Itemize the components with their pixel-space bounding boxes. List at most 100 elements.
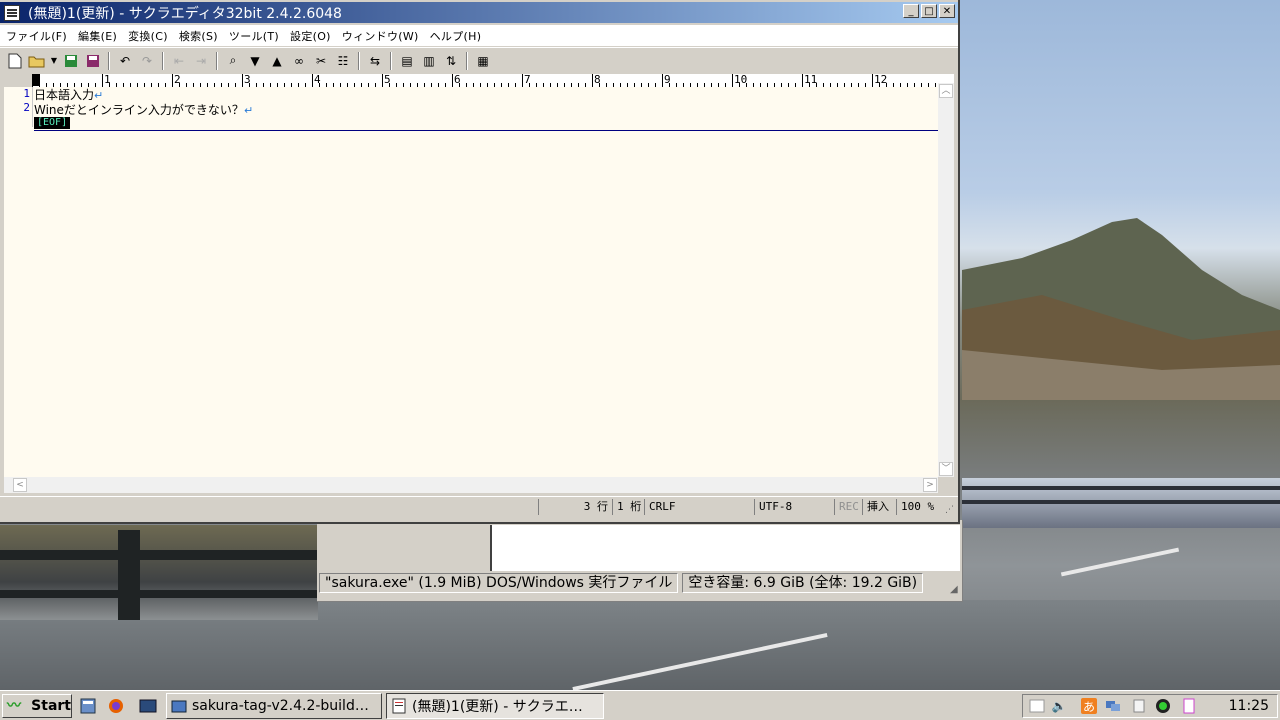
rail-beam (0, 550, 318, 560)
status-circle-icon[interactable] (1155, 698, 1171, 714)
menu-window[interactable]: ウィンドウ(W) (336, 28, 424, 44)
menu-search[interactable]: 検索(S) (173, 28, 223, 44)
title-bar[interactable]: (無題)1(更新) - サクラエディタ32bit 2.4.2.6048 _ □ … (0, 2, 958, 23)
ime-indicator-icon[interactable]: あ (1081, 698, 1097, 714)
sakura-editor-window: (無題)1(更新) - サクラエディタ32bit 2.4.2.6048 _ □ … (0, 0, 960, 524)
status-line: 3 行 (538, 499, 612, 515)
search-next-icon[interactable]: ▼ (246, 52, 264, 70)
maximize-button[interactable]: □ (921, 4, 937, 18)
toolbar-separator (162, 51, 164, 70)
notepad-icon (392, 698, 406, 714)
menu-edit[interactable]: 編集(E) (72, 28, 122, 44)
scroll-down-icon[interactable]: ﹀ (939, 462, 953, 476)
start-button[interactable]: 〰 Start (2, 694, 72, 718)
line-text: Wineだとインライン入力ができない？ (34, 103, 244, 117)
tag-jump-icon[interactable]: ⇆ (366, 52, 384, 70)
menu-settings[interactable]: 設定(O) (284, 28, 336, 44)
resize-grip-icon[interactable]: ⋰ (945, 505, 954, 515)
ruler-mark: 12 (872, 74, 888, 86)
toolbar: ▼ ↶ ↷ ⇤ ⇥ ⌕ ▼ ▲ ∞ ✂ ☷ ⇆ ▤ ▥ ⇅ ▦ (0, 47, 958, 73)
editor-line[interactable]: Wineだとインライン入力ができない？↵ (34, 101, 253, 118)
search-icon[interactable]: ⌕ (224, 52, 242, 70)
status-bar: 3 行 1 桁 CRLF UTF-8 REC 挿入 100 % ⋰ (0, 496, 958, 517)
taskbar-item-file-manager[interactable]: sakura-tag-v2.4.2-build… (166, 693, 382, 719)
open-file-icon[interactable] (28, 52, 46, 70)
ruler-mark: 1 (102, 74, 111, 86)
menu-tools[interactable]: ツール(T) (223, 28, 284, 44)
new-file-icon[interactable] (6, 52, 24, 70)
status-insert-mode[interactable]: 挿入 (862, 499, 896, 515)
disk-info-status: 空き容量: 6.9 GiB (全体: 19.2 GiB) (682, 573, 924, 593)
clipboard-icon[interactable] (1131, 698, 1147, 714)
grep-icon[interactable]: ☷ (334, 52, 352, 70)
taskbar: 〰 Start sakura-tag-v2.4.2-build… (無題)1(更… (0, 690, 1280, 720)
search-clear-icon[interactable]: ∞ (290, 52, 308, 70)
minimize-button[interactable]: _ (903, 4, 919, 18)
scroll-up-icon[interactable]: ︿ (939, 84, 953, 98)
status-column: 1 桁 (612, 499, 644, 515)
file-manager-sidebar[interactable] (317, 525, 489, 571)
wallpaper-railing-left (0, 525, 318, 620)
start-logo-icon: 〰 (7, 698, 21, 714)
menu-convert[interactable]: 変換(C) (122, 28, 173, 44)
clock[interactable]: 11:25 (1229, 698, 1269, 714)
menu-help[interactable]: ヘルプ(H) (424, 28, 487, 44)
status-zoom: 100 % (896, 499, 942, 515)
ruler-mark: 10 (732, 74, 748, 86)
line-number: 1 (23, 87, 30, 100)
eol-mark-icon: ↵ (243, 104, 254, 117)
ruler-mark: 2 (172, 74, 181, 86)
network-icon[interactable] (1105, 698, 1121, 714)
ruler-caret (32, 74, 40, 86)
ruler-mark: 6 (452, 74, 461, 86)
text-editor-area[interactable]: 1 2 日本語入力 ↵ Wineだとインライン入力ができない？↵ [EOF] (4, 87, 938, 477)
volume-icon[interactable]: 🔈 (1051, 698, 1067, 714)
wallpaper-rail-bar (962, 486, 1280, 490)
vertical-scrollbar[interactable]: ︿ ﹀ (938, 83, 954, 477)
scrollbar-corner (938, 477, 954, 493)
line-number: 2 (23, 101, 30, 114)
window-controls: _ □ ✕ (903, 4, 955, 18)
scroll-left-icon[interactable]: < (13, 478, 27, 492)
window-list-icon[interactable] (1029, 698, 1045, 714)
menu-bar: ファイル(F) 編集(E) 変換(C) 検索(S) ツール(T) 設定(O) ウ… (0, 25, 958, 46)
taskbar-item-sakura[interactable]: (無題)1(更新) - サクラエ… (386, 693, 604, 719)
column-ruler[interactable]: 1 2 3 4 5 6 7 8 9 10 11 12 (32, 74, 954, 88)
ruler-mark: 7 (522, 74, 531, 86)
redo-icon[interactable]: ↷ (138, 52, 156, 70)
file-manager-window: "sakura.exe" (1.9 MiB) DOS/Windows 実行ファイ… (317, 520, 963, 602)
toolbar-separator (216, 51, 218, 70)
outline-icon[interactable]: ▤ (398, 52, 416, 70)
scroll-right-icon[interactable]: > (923, 478, 937, 492)
notes-app-icon[interactable] (1181, 698, 1197, 714)
file-manager-launcher-icon[interactable] (78, 696, 98, 716)
status-rec: REC (834, 499, 862, 515)
terminal-launcher-icon[interactable] (138, 696, 158, 716)
ruler-mark: 8 (592, 74, 601, 86)
file-info-status: "sakura.exe" (1.9 MiB) DOS/Windows 実行ファイ… (319, 573, 679, 593)
save-icon[interactable] (62, 52, 80, 70)
status-encoding[interactable]: UTF-8 (754, 499, 834, 515)
search-prev-icon[interactable]: ▲ (268, 52, 286, 70)
ruler-mark: 4 (312, 74, 321, 86)
jump-back-icon[interactable]: ⇤ (170, 52, 188, 70)
status-eol[interactable]: CRLF (644, 499, 754, 515)
close-button[interactable]: ✕ (939, 4, 955, 18)
notepad-icon[interactable] (4, 4, 20, 21)
ruler-mark: 9 (662, 74, 671, 86)
save-all-icon[interactable] (84, 52, 102, 70)
settings-list-icon[interactable]: ▦ (474, 52, 492, 70)
function-list-icon[interactable]: ▥ (420, 52, 438, 70)
replace-icon[interactable]: ✂ (312, 52, 330, 70)
firefox-launcher-icon[interactable] (106, 696, 126, 716)
jump-forward-icon[interactable]: ⇥ (192, 52, 210, 70)
horizontal-scrollbar[interactable]: < > (4, 477, 938, 493)
toolbar-separator (108, 51, 110, 70)
undo-icon[interactable]: ↶ (116, 52, 134, 70)
file-manager-file-list[interactable] (490, 525, 960, 571)
resize-grip-icon[interactable]: ◢ (950, 585, 960, 595)
menu-file[interactable]: ファイル(F) (0, 28, 72, 44)
compare-icon[interactable]: ⇅ (442, 52, 460, 70)
open-dropdown-icon[interactable]: ▼ (50, 52, 58, 70)
line-text: 日本語入力 (34, 88, 95, 102)
